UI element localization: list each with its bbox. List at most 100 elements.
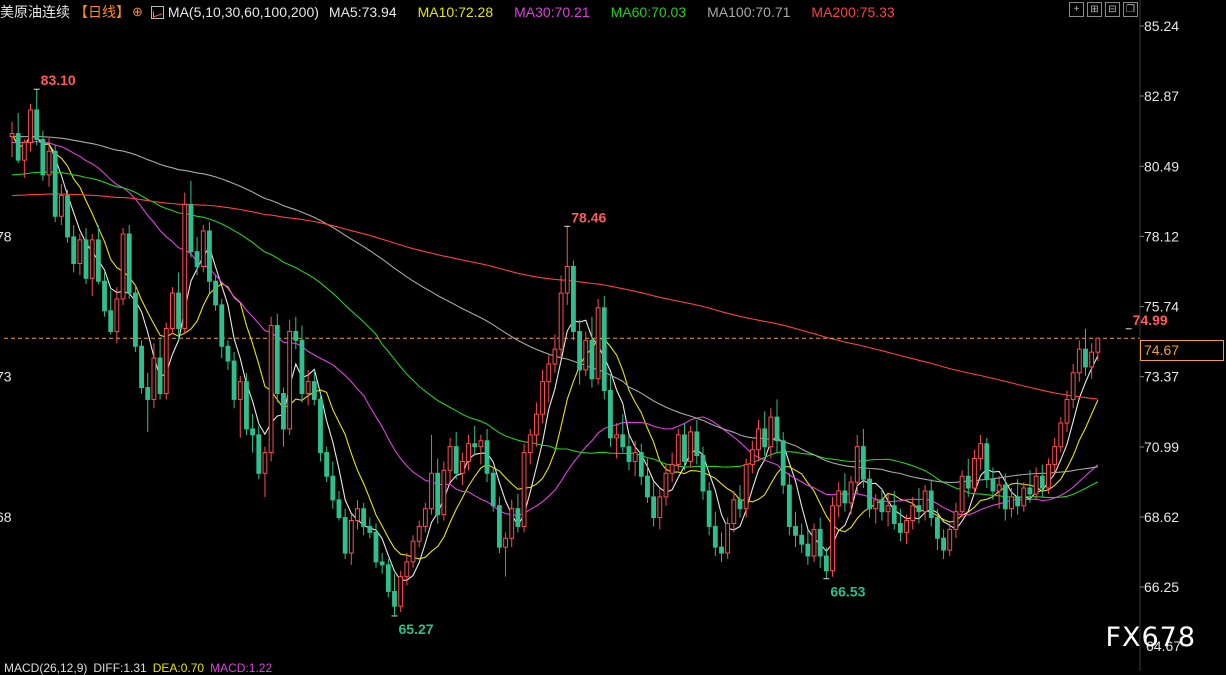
y-tick-label: 80.49 [1144, 158, 1179, 174]
y-tick-label: 66.25 [1144, 579, 1179, 595]
candle-up [614, 434, 620, 439]
candle-down [256, 434, 262, 474]
candle-down [1002, 484, 1008, 510]
candle-up [953, 511, 959, 530]
candle-up [466, 443, 471, 462]
candle-up [688, 431, 694, 462]
annotation-label: 78.46 [571, 209, 606, 225]
candle-down [225, 345, 231, 362]
candle-up [114, 298, 120, 332]
candle-up [1076, 348, 1082, 374]
candle-up [416, 525, 422, 542]
candle-up [947, 528, 953, 551]
candle-down [52, 150, 58, 217]
candle-down [367, 525, 373, 533]
grid-layer: 78 73 68 [0, 228, 12, 525]
zoom-out-icon[interactable]: ⊟ [1105, 2, 1120, 17]
candle-down [817, 528, 823, 557]
zoom-in-icon[interactable]: ⊞ [1087, 2, 1102, 17]
candle-up [1033, 475, 1039, 495]
candle-down [324, 452, 330, 477]
candle-down [867, 478, 872, 510]
ma-legend-item: MA200:75.33 [811, 4, 895, 20]
candle-up [632, 452, 638, 462]
candle-up [978, 443, 984, 459]
candle-down [879, 499, 885, 513]
annotation-layer: 83.1078.4665.2766.5374.99 [33, 72, 1168, 637]
candle-up [725, 522, 731, 554]
candle-down [626, 446, 632, 462]
candle-down [274, 325, 280, 395]
candle-down [571, 265, 576, 332]
candle-up [1058, 422, 1064, 448]
ma-legend-item: MA100:70.71 [707, 4, 791, 20]
ma-legend-item: MA30:70.21 [514, 4, 590, 20]
candle-down [1015, 496, 1021, 507]
macd-value: MACD:1.22 [210, 661, 273, 675]
candle-up [355, 508, 360, 522]
candle-up [1052, 446, 1058, 465]
candle-up [509, 508, 515, 539]
candle-down [496, 505, 502, 548]
y-partial-tick-label: 78 [0, 228, 12, 244]
annotation-label: 66.53 [830, 584, 865, 600]
candle-up [595, 307, 601, 380]
candle-up [533, 413, 539, 436]
candle-up [1021, 487, 1027, 507]
candle-down [1027, 487, 1033, 495]
candle-down [823, 555, 829, 572]
macd-footer: MACD(26,12,9) DIFF:1.31 DEA:0.70 MACD:1.… [4, 661, 272, 675]
candle-down [379, 561, 385, 566]
candle-up [749, 449, 755, 465]
candle-down [608, 390, 613, 439]
candle-up [848, 481, 854, 504]
candle-down [299, 339, 305, 395]
candle-down [145, 387, 151, 400]
period-label[interactable]: 【日线】 [74, 2, 130, 22]
candle-down [719, 546, 724, 554]
candle-down [435, 472, 441, 516]
candle-up [422, 508, 428, 527]
candle-down [207, 230, 212, 282]
candle-down [706, 490, 712, 527]
candle-up [811, 528, 817, 557]
candle-down [620, 434, 626, 448]
candle-down [805, 543, 811, 557]
candle-down [737, 499, 743, 510]
candle-down [188, 203, 194, 253]
instrument-title[interactable]: 美原油连续 [0, 2, 70, 22]
candle-down [126, 233, 132, 294]
annotation-label: 83.10 [41, 72, 76, 88]
candle-up [151, 357, 157, 400]
ma-legend-item: MA60:70.03 [610, 4, 687, 20]
candle-down [361, 508, 367, 527]
candlestick-chart[interactable]: 787368 83.1078.4665.2766.5374.99 85.2482… [0, 0, 1226, 671]
moving-average-layer [4, 133, 1140, 581]
candle-down [842, 490, 848, 504]
candle-up [546, 363, 552, 383]
candle-up [200, 230, 206, 267]
ma-params[interactable]: MA(5,10,30,60,100,200) [168, 4, 319, 20]
candle-down [65, 195, 70, 238]
candle-down [250, 428, 256, 436]
add-indicator-icon[interactable]: ⊕ [132, 4, 143, 20]
candle-down [490, 472, 496, 507]
candle-down [95, 239, 101, 282]
candle-down [244, 381, 249, 430]
indicator-chart-icon[interactable] [150, 5, 164, 19]
candle-down [385, 564, 391, 592]
candle-up [527, 434, 533, 454]
macd-params[interactable]: MACD(26,12,9) [4, 661, 87, 675]
candle-up [262, 452, 268, 474]
candle-down [682, 434, 687, 462]
price-axis: 85.24 82.87 80.49 78.12 75.74 73.37 70.99 68.62… [1139, 0, 1181, 671]
current-price-badge: 74.67 [1140, 340, 1224, 361]
crosshair-icon[interactable]: + [1069, 2, 1084, 17]
candle-down [712, 525, 718, 548]
window-icon[interactable]: ❐ [1123, 2, 1138, 17]
y-tick-label: 75.74 [1144, 299, 1179, 315]
candle-down [965, 475, 971, 489]
candle-up [46, 150, 52, 176]
candle-up [447, 446, 453, 471]
candle-up [657, 496, 663, 519]
